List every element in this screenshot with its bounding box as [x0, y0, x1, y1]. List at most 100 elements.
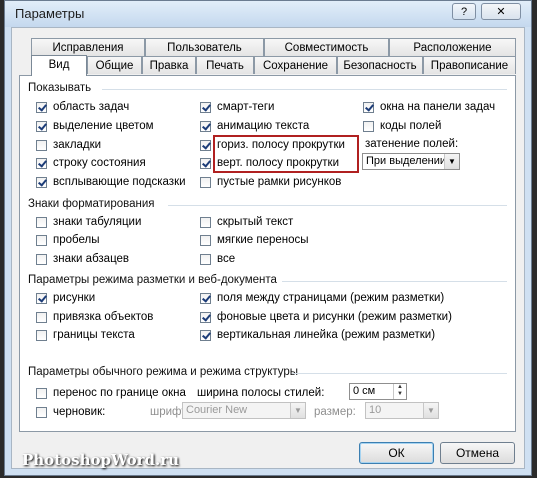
window-title: Параметры	[15, 6, 85, 21]
tab-corrections[interactable]: Исправления	[31, 38, 145, 56]
object-anchors-checkbox[interactable]: привязка объектов	[36, 310, 153, 324]
checkbox-unchecked-icon	[36, 139, 47, 151]
checkbox-unchecked-icon	[36, 311, 47, 323]
checkbox-checked-icon	[200, 120, 211, 132]
size-select[interactable]: 10 ▼	[365, 402, 439, 419]
style-area-value: 0 см	[353, 385, 376, 397]
field-shading-select[interactable]: При выделении ▼	[362, 153, 460, 170]
spinner-arrows-icon: ▲ ▼	[393, 384, 406, 399]
style-area-width-spinner[interactable]: 0 см ▲ ▼	[349, 383, 407, 400]
tab-spelling[interactable]: Правописание	[423, 56, 516, 74]
section-show-title: Показывать	[28, 82, 92, 94]
highlight-frame	[213, 135, 359, 173]
highlight-checkbox[interactable]: выделение цветом	[36, 119, 154, 133]
style-area-label: ширина полосы стилей:	[197, 387, 325, 399]
ok-button[interactable]: ОК	[359, 442, 434, 464]
animated-text-checkbox[interactable]: анимацию текста	[200, 119, 309, 133]
checkbox-checked-icon	[200, 139, 211, 151]
picture-placeholders-checkbox[interactable]: пустые рамки рисунков	[200, 175, 341, 189]
size-label: размер:	[314, 406, 356, 418]
checkbox-unchecked-icon	[36, 234, 47, 246]
paragraph-marks-checkbox[interactable]: знаки абзацев	[36, 252, 129, 266]
draft-font-checkbox[interactable]: черновик:	[36, 405, 105, 419]
tab-print[interactable]: Печать	[196, 56, 254, 74]
taskbar-windows-checkbox[interactable]: окна на панели задач	[363, 100, 495, 114]
checkbox-checked-icon	[36, 101, 47, 113]
section-layout-title: Параметры режима разметки и веб-документ…	[28, 274, 277, 286]
section-divider	[292, 373, 507, 374]
checkbox-checked-icon	[36, 292, 47, 304]
hidden-text-checkbox[interactable]: скрытый текст	[200, 215, 293, 229]
options-dialog: Параметры ? ✕ Исправления Пользователь С…	[4, 0, 532, 476]
show-all-checkbox[interactable]: все	[200, 252, 235, 266]
tooltips-checkbox[interactable]: всплывающие подсказки	[36, 175, 186, 189]
tooltips-label: всплывающие подсказки	[53, 176, 186, 188]
vertical-ruler-checkbox[interactable]: вертикальная линейка (режим разметки)	[200, 328, 435, 342]
cancel-button[interactable]: Отмена	[440, 442, 515, 464]
wrap-to-window-checkbox[interactable]: перенос по границе окна	[36, 386, 186, 400]
checkbox-unchecked-icon	[363, 120, 374, 132]
chevron-down-icon: ▼	[444, 154, 459, 169]
font-value: Courier New	[186, 404, 248, 416]
tab-view[interactable]: Вид	[31, 55, 87, 76]
taskbar-windows-label: окна на панели задач	[380, 101, 496, 113]
field-codes-checkbox[interactable]: коды полей	[363, 119, 441, 133]
chevron-down-icon: ▼	[423, 403, 438, 418]
checkbox-unchecked-icon	[36, 406, 47, 418]
spaces-checkbox[interactable]: пробелы	[36, 233, 99, 247]
smart-tags-label: смарт-теги	[217, 101, 275, 113]
checkbox-checked-icon	[36, 120, 47, 132]
checkbox-checked-icon	[36, 176, 47, 188]
section-divider	[282, 281, 507, 282]
smart-tags-checkbox[interactable]: смарт-теги	[200, 100, 274, 114]
bookmarks-checkbox[interactable]: закладки	[36, 138, 101, 152]
text-boundaries-checkbox[interactable]: границы текста	[36, 328, 135, 342]
watermark: PhotoshopWord.ru	[22, 451, 180, 469]
chevron-down-icon: ▼	[290, 403, 305, 418]
paragraph-marks-label: знаки абзацев	[53, 253, 130, 265]
optional-hyphens-checkbox[interactable]: мягкие переносы	[200, 233, 309, 247]
title-bar: Параметры ? ✕	[5, 1, 531, 27]
tab-security[interactable]: Безопасность	[337, 56, 423, 74]
checkbox-checked-icon	[200, 311, 211, 323]
view-tab-panel: Показывать область задач выделение цвето…	[19, 75, 516, 432]
tab-edit[interactable]: Правка	[142, 56, 196, 74]
animated-text-label: анимацию текста	[217, 120, 310, 132]
section-formatting-title: Знаки форматирования	[28, 198, 155, 210]
checkbox-checked-icon	[200, 101, 211, 113]
spaces-label: пробелы	[53, 234, 100, 246]
task-pane-checkbox[interactable]: область задач	[36, 100, 129, 114]
checkbox-unchecked-icon	[200, 234, 211, 246]
vertical-ruler-label: вертикальная линейка (режим разметки)	[217, 329, 436, 341]
checkbox-unchecked-icon	[200, 176, 211, 188]
object-anchors-label: привязка объектов	[53, 311, 154, 323]
tab-compatibility[interactable]: Совместимость	[264, 38, 389, 56]
checkbox-unchecked-icon	[36, 253, 47, 265]
tab-general[interactable]: Общие	[87, 56, 142, 74]
task-pane-label: область задач	[53, 101, 130, 113]
checkbox-checked-icon	[363, 101, 374, 113]
white-space-label: поля между страницами (режим разметки)	[217, 292, 445, 304]
section-divider	[102, 89, 507, 90]
bookmarks-label: закладки	[53, 139, 102, 151]
field-shading-value: При выделении	[366, 155, 447, 167]
help-button[interactable]: ?	[452, 3, 476, 20]
font-select[interactable]: Courier New ▼	[182, 402, 306, 419]
checkbox-checked-icon	[200, 292, 211, 304]
tab-user[interactable]: Пользователь	[145, 38, 264, 56]
status-bar-checkbox[interactable]: строку состояния	[36, 156, 146, 170]
tab-save[interactable]: Сохранение	[254, 56, 337, 74]
background-colors-checkbox[interactable]: фоновые цвета и рисунки (режим разметки)	[200, 310, 452, 324]
checkbox-unchecked-icon	[36, 216, 47, 228]
close-button[interactable]: ✕	[481, 3, 521, 20]
drawings-label: рисунки	[53, 292, 96, 304]
white-space-checkbox[interactable]: поля между страницами (режим разметки)	[200, 291, 444, 305]
hidden-text-label: скрытый текст	[217, 216, 294, 228]
checkbox-unchecked-icon	[36, 387, 47, 399]
drawings-checkbox[interactable]: рисунки	[36, 291, 95, 305]
size-value: 10	[369, 404, 382, 416]
checkbox-unchecked-icon	[36, 329, 47, 341]
tab-chars-checkbox[interactable]: знаки табуляции	[36, 215, 141, 229]
text-boundaries-label: границы текста	[53, 329, 135, 341]
tab-locations[interactable]: Расположение	[389, 38, 516, 56]
